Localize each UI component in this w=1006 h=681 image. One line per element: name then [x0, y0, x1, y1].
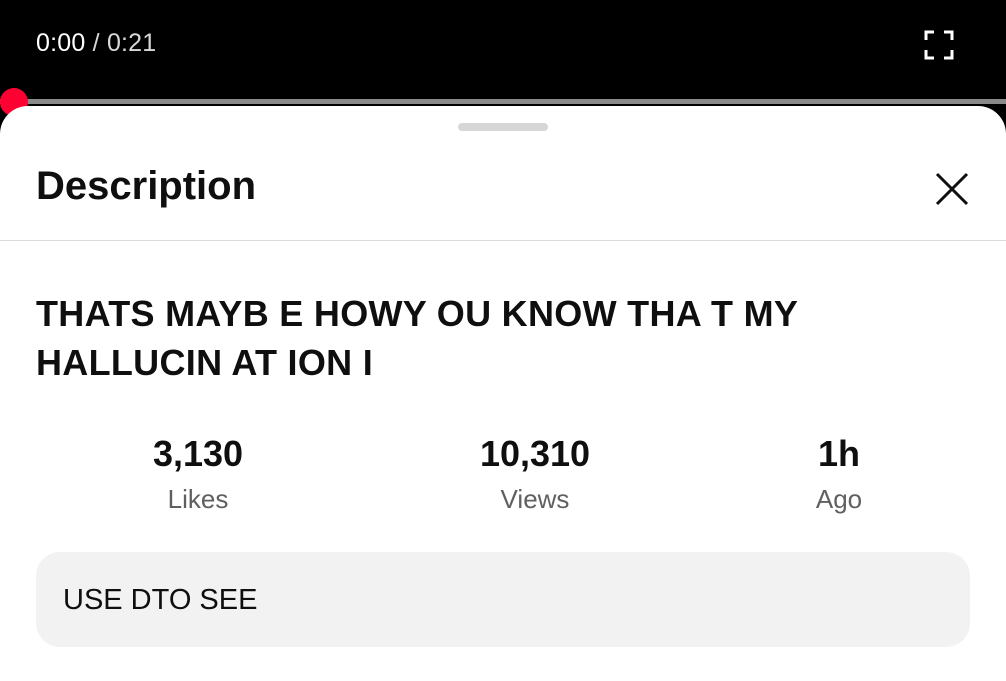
- description-sheet: Description THATS MAYB E HOWY OU KNOW TH…: [0, 106, 1006, 681]
- current-time: 0:00: [36, 29, 86, 57]
- progress-bar[interactable]: [0, 99, 1006, 104]
- description-text: USE DTO SEE: [63, 584, 258, 616]
- description-box[interactable]: USE DTO SEE: [36, 552, 970, 647]
- time-display: 0:00 / 0:21: [36, 28, 156, 58]
- likes-label: Likes: [167, 484, 229, 514]
- sheet-title: Description: [36, 164, 257, 208]
- close-button[interactable]: [930, 167, 974, 211]
- stat-likes: 3,130 Likes: [68, 432, 328, 516]
- video-title: THATS MAYB E HOWY OU KNOW THA T MY HALLU…: [36, 293, 798, 383]
- duration: 0:21: [106, 29, 157, 57]
- likes-count: 3,130: [152, 433, 244, 474]
- views-count: 10,310: [479, 433, 591, 474]
- age-label: Ago: [815, 484, 863, 514]
- stat-age: 1h Ago: [709, 432, 969, 516]
- fullscreen-button[interactable]: [924, 30, 954, 60]
- close-icon: [935, 172, 969, 206]
- stat-views: 10,310 Views: [405, 432, 665, 516]
- drag-handle[interactable]: [458, 123, 548, 131]
- views-label: Views: [500, 484, 570, 514]
- video-player[interactable]: 0:00 / 0:21: [0, 0, 1006, 116]
- time-separator: /: [92, 29, 100, 57]
- age-value: 1h: [817, 433, 860, 474]
- divider: [0, 240, 1006, 241]
- fullscreen-icon: [924, 30, 954, 60]
